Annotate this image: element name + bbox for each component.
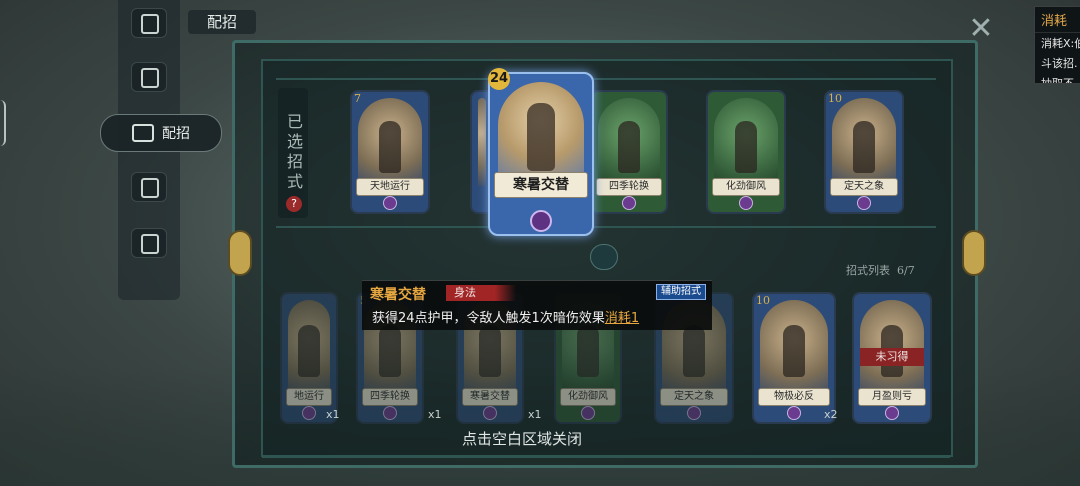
close-hint: 点击空白区域关闭 bbox=[462, 430, 583, 448]
card-name: 定天之象 bbox=[830, 178, 898, 196]
list-card[interactable]: 10 物极必反 bbox=[752, 292, 836, 424]
card-count: x1 bbox=[428, 408, 442, 421]
phone-icon[interactable] bbox=[131, 228, 167, 258]
gem-icon bbox=[383, 196, 397, 210]
card-name: 寒暑交替 bbox=[494, 172, 588, 198]
card-name: 地运行 bbox=[286, 388, 332, 406]
swap-icon[interactable] bbox=[590, 244, 618, 270]
card-name: 天地运行 bbox=[356, 178, 424, 196]
card-name: 定天之象 bbox=[660, 388, 728, 406]
card-detail-popup: 寒暑交替 身法 辅助招式 获得24点护甲，令敌人触发1次暗伤效果消耗1 bbox=[362, 280, 712, 330]
help-icon[interactable]: ? bbox=[286, 196, 302, 212]
panel-knob-right bbox=[962, 230, 986, 276]
gem-icon bbox=[739, 196, 753, 210]
divider bbox=[262, 456, 950, 458]
list-card[interactable]: 未习得 月盈则亏 bbox=[852, 292, 932, 424]
selected-card[interactable]: 7 天地运行 bbox=[350, 90, 430, 214]
selected-card[interactable]: 四季轮换 bbox=[590, 90, 668, 214]
card-name: 化劲御风 bbox=[712, 178, 780, 196]
keyword-link[interactable]: 消耗1 bbox=[605, 311, 639, 326]
gem-icon bbox=[857, 196, 871, 210]
nav-item-loadout[interactable]: 配招 bbox=[100, 114, 222, 152]
card-name: 四季轮换 bbox=[596, 178, 662, 196]
tooltip-line: 抽取不. bbox=[1041, 77, 1078, 84]
card-art bbox=[288, 300, 330, 396]
loadout-icon bbox=[132, 124, 154, 142]
card-name: 四季轮换 bbox=[362, 388, 418, 406]
card-art bbox=[598, 98, 660, 186]
cards-icon[interactable] bbox=[131, 62, 167, 92]
card-art bbox=[498, 82, 584, 178]
gem-icon bbox=[885, 406, 899, 420]
card-count: x1 bbox=[326, 408, 340, 421]
card-count: x1 bbox=[528, 408, 542, 421]
nav-item-label: 配招 bbox=[162, 126, 190, 142]
card-count: x2 bbox=[824, 408, 838, 421]
card-name: 物极必反 bbox=[758, 388, 830, 406]
gem-icon bbox=[787, 406, 801, 420]
card-cost: 10 bbox=[756, 294, 770, 307]
tooltip-header: 消耗 bbox=[1035, 7, 1080, 33]
card-name: 寒暑交替 bbox=[462, 388, 518, 406]
popup-description: 获得24点护甲，令敌人触发1次暗伤效果消耗1 bbox=[372, 311, 640, 326]
card-cost: 10 bbox=[828, 92, 842, 105]
gem-icon bbox=[302, 406, 316, 420]
card-art bbox=[714, 98, 778, 186]
tooltip-line: 消耗X:伯 bbox=[1041, 37, 1080, 50]
card-art bbox=[358, 98, 422, 186]
card-name: 化劲御风 bbox=[560, 388, 616, 406]
highlighted-card[interactable]: 24 寒暑交替 bbox=[488, 68, 594, 236]
selected-card[interactable]: 化劲御风 bbox=[706, 90, 786, 214]
card-name: 月盈则亏 bbox=[858, 388, 926, 406]
list-count: 6/7 bbox=[897, 264, 915, 277]
card-art bbox=[832, 98, 896, 186]
gem-icon bbox=[530, 210, 552, 232]
gem-icon bbox=[622, 196, 636, 210]
card-cost: 7 bbox=[354, 92, 361, 105]
home-icon[interactable] bbox=[131, 8, 167, 38]
popup-type-badge: 身法 bbox=[446, 285, 516, 301]
popup-tag: 辅助招式 bbox=[656, 284, 706, 300]
list-card[interactable]: 地运行 bbox=[280, 292, 338, 424]
panel-knob-left bbox=[228, 230, 252, 276]
selected-card[interactable]: 10 定天之象 bbox=[824, 90, 904, 214]
gem-icon bbox=[383, 406, 397, 420]
popup-card-name: 寒暑交替 bbox=[370, 287, 426, 303]
left-edge-arrow[interactable] bbox=[0, 100, 6, 146]
gem-icon bbox=[687, 406, 701, 420]
tooltip-line: 斗该招. bbox=[1041, 57, 1078, 70]
locked-badge: 未习得 bbox=[860, 348, 924, 366]
crest-icon[interactable] bbox=[131, 172, 167, 202]
page-title: 配招 bbox=[188, 10, 256, 34]
gem-icon bbox=[581, 406, 595, 420]
card-cost: 24 bbox=[488, 68, 510, 90]
card-art bbox=[760, 300, 828, 396]
list-label: 招式列表 6/7 bbox=[846, 264, 915, 277]
gem-icon bbox=[483, 406, 497, 420]
keyword-tooltip: 消耗 消耗X:伯 斗该招. 抽取不. bbox=[1034, 6, 1080, 84]
card-art bbox=[478, 98, 486, 186]
